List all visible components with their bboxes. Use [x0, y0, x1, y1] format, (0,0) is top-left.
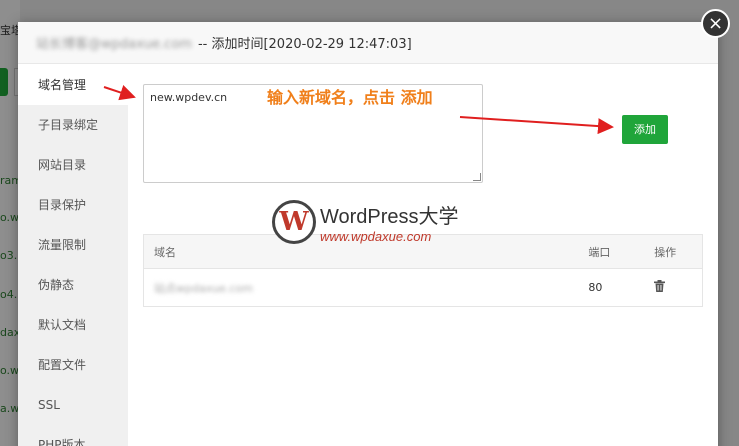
close-dialog-button[interactable]: × [701, 9, 730, 38]
settings-sidebar: 域名管理 子目录绑定 网站目录 目录保护 流量限制 伪静态 默认文档 配置文件 … [18, 65, 128, 446]
trash-icon[interactable] [654, 280, 666, 292]
sidebar-item-default-document[interactable]: 默认文档 [18, 305, 128, 345]
sidebar-item-directory-protection[interactable]: 目录保护 [18, 185, 128, 225]
row-port: 80 [588, 281, 603, 294]
watermark-title: WordPress大学 [320, 206, 459, 228]
watermark-text: WordPress大学 www.wpdaxue.com [320, 200, 459, 244]
table-row: 站点wpdaxue.com 80 [144, 269, 702, 306]
dialog-title: -- 添加时间[2020-02-29 12:47:03] [197, 37, 412, 52]
sidebar-item-php-version[interactable]: PHP版本 [18, 425, 128, 446]
watermark-url: www.wpdaxue.com [320, 229, 432, 244]
sidebar-item-traffic-limit[interactable]: 流量限制 [18, 225, 128, 265]
domain-table: 域名 端口 操作 站点wpdaxue.com 80 [143, 234, 703, 307]
sidebar-item-subdirectory-binding[interactable]: 子目录绑定 [18, 105, 128, 145]
close-icon: × [707, 13, 724, 34]
instruction-hint: 输入新域名，点击 添加 [267, 88, 433, 107]
sidebar-item-config-file[interactable]: 配置文件 [18, 345, 128, 385]
sidebar-item-ssl[interactable]: SSL [18, 385, 128, 425]
column-header-actions: 操作 [654, 245, 677, 259]
resize-grip-icon[interactable] [473, 173, 481, 181]
column-header-domain: 域名 [154, 245, 176, 259]
sidebar-item-rewrite[interactable]: 伪静态 [18, 265, 128, 305]
column-header-port: 端口 [588, 245, 611, 259]
wordpress-daxue-watermark: W WordPress大学 www.wpdaxue.com [272, 200, 459, 244]
sidebar-item-site-directory[interactable]: 网站目录 [18, 145, 128, 185]
wordpress-logo-icon: W [272, 200, 316, 244]
sidebar-item-domain-management[interactable]: 域名管理 [18, 65, 128, 105]
dialog-header: 站长博客@wpdaxue.com -- 添加时间[2020-02-29 12:4… [18, 22, 718, 64]
add-domain-button[interactable]: 添加 [622, 115, 668, 144]
row-domain: 站点wpdaxue.com [154, 281, 253, 295]
site-settings-dialog: 站长博客@wpdaxue.com -- 添加时间[2020-02-29 12:4… [18, 22, 718, 446]
dialog-site-name: 站长博客@wpdaxue.com [36, 37, 192, 52]
